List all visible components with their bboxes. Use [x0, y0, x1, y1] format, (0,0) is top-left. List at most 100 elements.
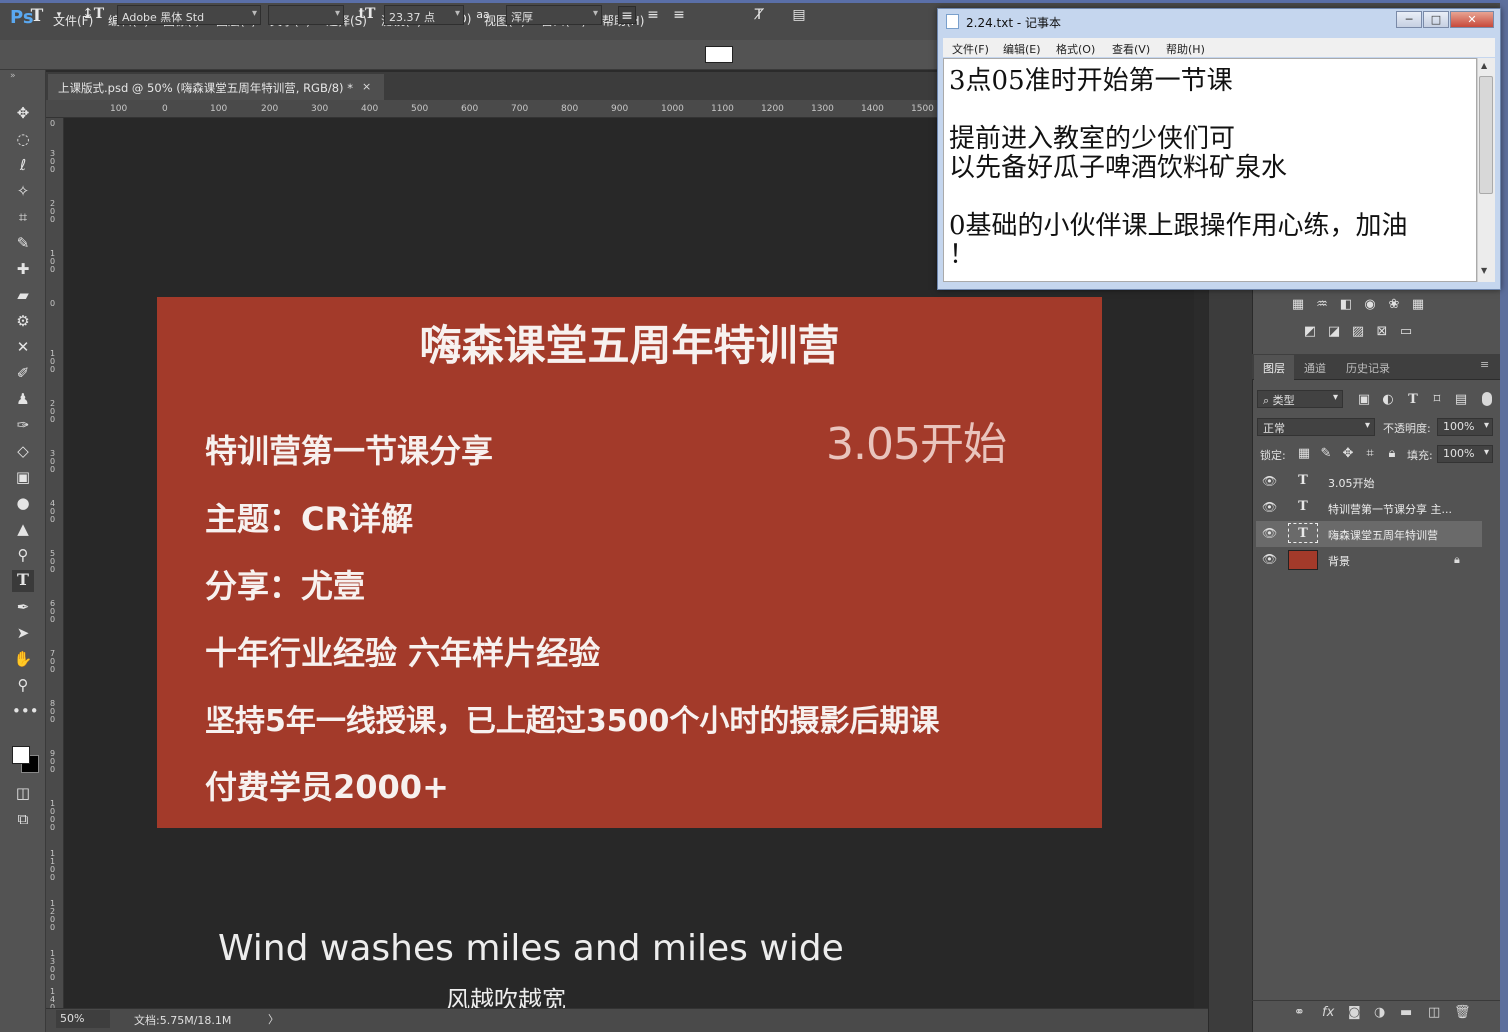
zoom-tool-icon[interactable]: ⚲: [12, 674, 34, 696]
history-brush-icon[interactable]: ✑: [12, 414, 34, 436]
lock-all-icon[interactable]: 🔒︎: [1384, 447, 1400, 461]
patch-tool-icon[interactable]: ▰: [12, 284, 34, 306]
layer-name[interactable]: 特训营第一节课分享 主...: [1328, 501, 1452, 517]
red-eye-icon[interactable]: ✕: [12, 336, 34, 358]
clone-stamp-icon[interactable]: ♟: [12, 388, 34, 410]
posterize-icon[interactable]: ◪: [1326, 325, 1342, 339]
art-title-text[interactable]: 嗨森课堂五周年特训营: [157, 312, 1102, 373]
align-right-icon[interactable]: ≡: [670, 6, 688, 24]
layer-filter-select[interactable]: ⌕ 类型 ▾: [1257, 390, 1343, 408]
font-family-select[interactable]: Adobe 黑体 Std ▾: [117, 5, 261, 25]
layer-name[interactable]: 背景: [1328, 553, 1350, 569]
close-button[interactable]: ✕: [1450, 11, 1494, 28]
eye-icon[interactable]: 👁︎: [1262, 526, 1277, 540]
marquee-tool-icon[interactable]: ◌: [12, 128, 34, 150]
close-icon[interactable]: ×: [362, 80, 371, 93]
character-panel-icon[interactable]: ▤: [790, 6, 808, 24]
art-line-students[interactable]: 付费学员2000+: [205, 762, 449, 808]
expand-panel-icon[interactable]: »: [10, 71, 16, 81]
text-color-swatch[interactable]: [705, 46, 733, 63]
scroll-down-icon[interactable]: ▼: [1481, 266, 1487, 275]
selective-color-icon[interactable]: ⊠: [1374, 325, 1390, 339]
gradient-tool-icon[interactable]: ▣: [12, 466, 34, 488]
filter-shape-icon[interactable]: ⌑: [1429, 393, 1445, 407]
trash-icon[interactable]: 🗑︎: [1454, 1005, 1471, 1020]
art-start-time-text[interactable]: 3.05开始: [826, 408, 1007, 472]
levels-icon[interactable]: ♒: [1314, 298, 1330, 312]
eye-icon[interactable]: 👁︎: [1262, 552, 1277, 566]
maximize-button[interactable]: □: [1423, 11, 1449, 28]
blur-tool-icon[interactable]: ●: [12, 492, 34, 514]
art-line-experience[interactable]: 十年行业经验 六年样片经验: [205, 628, 600, 674]
new-adjustment-icon[interactable]: ◑: [1374, 1005, 1385, 1020]
eye-icon[interactable]: 👁︎: [1262, 474, 1277, 488]
type-tool-preset-icon[interactable]: T: [28, 6, 46, 26]
filter-smart-object-icon[interactable]: ▤: [1453, 393, 1469, 407]
tab-channels[interactable]: 通道: [1304, 360, 1326, 376]
fill-field[interactable]: 100% ▾: [1437, 445, 1493, 463]
vibrance-icon[interactable]: ❀: [1386, 298, 1402, 312]
align-center-icon[interactable]: ≡: [644, 6, 662, 24]
font-size-select[interactable]: 23.37 点 ▾: [384, 5, 464, 25]
align-left-icon[interactable]: ≡: [618, 6, 636, 24]
lock-artboard-icon[interactable]: ⌗: [1362, 447, 1378, 461]
foreground-color-swatch[interactable]: [12, 746, 30, 764]
document-tab[interactable]: 上课版式.psd @ 50% (嗨森课堂五周年特训营, RGB/8) *: [48, 74, 384, 100]
new-group-icon[interactable]: ▬: [1400, 1005, 1412, 1020]
layer-name[interactable]: 3.05开始: [1328, 475, 1375, 491]
content-aware-move-icon[interactable]: ⚙: [12, 310, 34, 332]
notepad-menu-file[interactable]: 文件(F): [952, 41, 989, 57]
zoom-level-field[interactable]: 50%: [56, 1010, 110, 1028]
art-line-topic[interactable]: 主题：CR详解: [205, 494, 413, 540]
font-style-select[interactable]: ▾: [268, 5, 344, 25]
screen-mode-icon[interactable]: ⧉: [12, 808, 34, 830]
minimize-button[interactable]: ─: [1396, 11, 1422, 28]
curves-icon[interactable]: ◧: [1338, 298, 1354, 312]
filter-toggle-switch[interactable]: [1482, 392, 1492, 406]
tab-layers[interactable]: 图层: [1263, 360, 1285, 376]
sharpen-tool-icon[interactable]: ▲: [12, 518, 34, 540]
new-layer-icon[interactable]: ◫: [1428, 1005, 1440, 1020]
move-tool-icon[interactable]: ✥: [12, 102, 34, 124]
hand-tool-icon[interactable]: ✋: [12, 648, 34, 670]
scroll-up-icon[interactable]: ▲: [1481, 61, 1487, 70]
dodge-tool-icon[interactable]: ⚲: [12, 544, 34, 566]
pen-tool-icon[interactable]: ✒: [12, 596, 34, 618]
art-line-session[interactable]: 特训营第一节课分享: [205, 426, 493, 472]
notepad-menu-format[interactable]: 格式(O): [1056, 41, 1095, 57]
scrollbar-thumb[interactable]: [1479, 76, 1493, 194]
filter-adjustment-icon[interactable]: ◐: [1380, 393, 1396, 407]
lasso-tool-icon[interactable]: ℓ: [12, 154, 34, 176]
warp-text-icon[interactable]: Ⱦ: [750, 6, 768, 24]
blend-mode-select[interactable]: 正常 ▾: [1257, 418, 1375, 436]
brush-tool-icon[interactable]: ✐: [12, 362, 34, 384]
chevron-down-icon[interactable]: ▾: [50, 6, 68, 24]
art-line-speaker[interactable]: 分享：尤壹: [205, 561, 365, 607]
threshold-icon[interactable]: ▨: [1350, 325, 1366, 339]
opacity-field[interactable]: 100% ▾: [1437, 418, 1493, 436]
eye-icon[interactable]: 👁︎: [1262, 500, 1277, 514]
invert-icon[interactable]: ◩: [1302, 325, 1318, 339]
link-layers-icon[interactable]: ⚭: [1294, 1005, 1305, 1020]
panel-menu-icon[interactable]: ≡: [1480, 358, 1489, 371]
notepad-menu-help[interactable]: 帮助(H): [1166, 41, 1205, 57]
notepad-menu-view[interactable]: 查看(V): [1112, 41, 1150, 57]
filter-type-icon[interactable]: T: [1405, 393, 1421, 407]
layer-name[interactable]: 嗨森课堂五周年特训营: [1328, 527, 1438, 543]
more-tools-icon[interactable]: •••: [12, 700, 39, 722]
tab-history[interactable]: 历史记录: [1346, 360, 1390, 376]
art-line-teaching[interactable]: 坚持5年一线授课，已上超过3500个小时的摄影后期课: [205, 696, 939, 740]
exposure-icon[interactable]: ◉: [1362, 298, 1378, 312]
eraser-icon[interactable]: ◇: [12, 440, 34, 462]
magic-wand-icon[interactable]: ✧: [12, 180, 34, 202]
crop-tool-icon[interactable]: ⌗: [12, 206, 34, 228]
chevron-right-icon[interactable]: 〉: [268, 1011, 279, 1027]
lock-position-icon[interactable]: ✥: [1340, 447, 1356, 461]
brightness-icon[interactable]: ▦: [1290, 298, 1306, 312]
lock-image-icon[interactable]: ✎: [1318, 447, 1334, 461]
quick-mask-icon[interactable]: ◫: [12, 782, 34, 804]
lock-transparent-icon[interactable]: ▦: [1296, 447, 1312, 461]
gradient-map-icon[interactable]: ▭: [1398, 325, 1414, 339]
eyedropper-icon[interactable]: ✎: [12, 232, 34, 254]
type-tool-icon[interactable]: T: [12, 570, 34, 592]
